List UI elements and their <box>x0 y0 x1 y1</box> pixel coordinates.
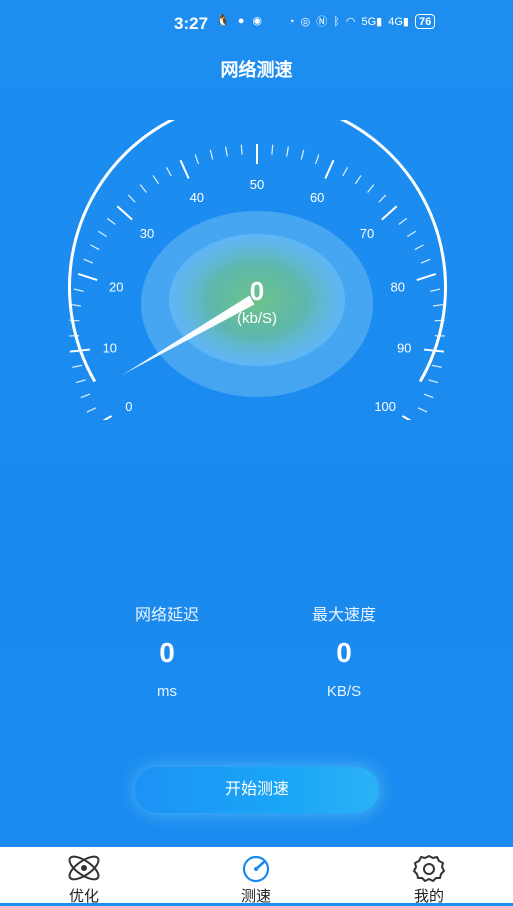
gauge-minor-tick <box>210 150 212 160</box>
bottom-nav: 优化 测速 我的 <box>0 847 513 903</box>
status-time: 3:27 <box>174 14 208 34</box>
atom-icon <box>64 853 104 883</box>
gear-icon <box>409 853 449 883</box>
gauge-minor-tick <box>72 365 82 367</box>
gauge-minor-tick <box>424 394 433 397</box>
gauge-tick-label: 100 <box>374 399 396 414</box>
app-icon: ◉ <box>252 14 262 28</box>
gauge-minor-tick <box>287 147 289 157</box>
gauge-minor-tick <box>428 380 438 383</box>
gauge-major-tick <box>94 416 111 420</box>
gauge-tick-label: 10 <box>103 340 117 355</box>
current-speed-value: 0 <box>250 276 264 306</box>
eye-icon: ◎ <box>301 15 311 29</box>
bluetooth-icon: ᛒ <box>333 15 340 29</box>
tab-optimize[interactable]: 优化 <box>49 853 119 906</box>
gauge-minor-tick <box>69 320 79 321</box>
gauge-tick-label: 90 <box>397 340 411 355</box>
tab-speedtest[interactable]: 测速 <box>221 853 291 906</box>
gauge-tick-label: 0 <box>125 399 132 414</box>
signal-5g-icon: 5G▮ <box>361 15 382 29</box>
nfc-icon: Ⓝ <box>316 15 327 29</box>
gauge-minor-tick <box>153 175 159 183</box>
gauge-tick-label: 80 <box>391 279 405 294</box>
gauge-minor-tick <box>379 195 386 202</box>
tab-mine[interactable]: 我的 <box>394 853 464 906</box>
gauge-minor-tick <box>90 245 99 250</box>
signal-4g-icon: 4G▮ <box>388 15 409 29</box>
latency-metric: 网络延迟 0 ms <box>97 601 237 700</box>
gauge-minor-tick <box>301 150 303 160</box>
gauge-major-tick <box>382 206 397 219</box>
gauge-minor-tick <box>74 289 84 291</box>
gauge-minor-tick <box>71 305 81 306</box>
gauge-minor-tick <box>433 305 443 306</box>
gauge-tick-label: 20 <box>109 279 123 294</box>
gauge-major-tick <box>70 350 90 352</box>
gauge-minor-tick <box>435 320 445 321</box>
gauge-minor-tick <box>430 289 440 291</box>
gauge-minor-tick <box>98 231 106 236</box>
max-speed-value: 0 <box>274 637 414 669</box>
gauge-minor-tick <box>368 185 374 193</box>
notification-icons: 🐧 ● ◉ <box>216 14 262 28</box>
message-icon: ● <box>238 14 245 28</box>
start-test-button[interactable]: 开始测速 <box>135 767 379 813</box>
gauge-minor-tick <box>418 408 427 412</box>
gauge-minor-tick <box>140 185 146 193</box>
gauge-minor-tick <box>399 218 407 224</box>
status-bar: 3:27 🐧 ● ◉ ◔ ◎ Ⓝ ᛒ ◠ 5G▮ 4G▮ 76 <box>0 0 513 44</box>
latency-value: 0 <box>97 637 237 669</box>
page-title: 网络测速 <box>0 56 513 82</box>
gauge-major-tick <box>402 416 419 420</box>
gauge-major-tick <box>325 160 333 178</box>
gauge-major-tick <box>117 206 132 219</box>
gauge-minor-tick <box>421 259 430 263</box>
gauge-minor-tick <box>84 259 93 263</box>
wifi-icon: ◠ <box>346 15 356 29</box>
gauge-minor-tick <box>128 195 135 202</box>
speedometer-icon <box>236 853 276 883</box>
gauge-minor-tick <box>195 154 198 163</box>
gauge-major-tick <box>78 274 97 280</box>
gauge-minor-tick <box>272 145 273 155</box>
gauge-major-tick <box>181 160 189 178</box>
speed-icon: ◔ <box>288 15 295 29</box>
gauge-tick-label: 70 <box>360 226 374 241</box>
gauge-major-tick <box>424 350 444 352</box>
gauge-minor-tick <box>87 408 96 412</box>
gauge-minor-tick <box>81 394 90 397</box>
gauge-tick-label: 30 <box>140 226 154 241</box>
gauge-minor-tick <box>432 365 442 367</box>
speed-gauge: 0 10 20 30 40 50 60 70 80 90 100 0 (kb/S) <box>0 120 513 420</box>
gauge-tick-label: 60 <box>310 190 324 205</box>
gauge-minor-tick <box>241 145 242 155</box>
gauge-minor-tick <box>166 167 171 176</box>
battery-icon: 76 <box>415 14 435 29</box>
gauge-minor-tick <box>415 245 424 250</box>
max-speed-unit: KB/S <box>274 683 414 700</box>
gauge-major-tick <box>417 274 436 280</box>
gauge-tick-label: 40 <box>190 190 204 205</box>
gauge-minor-tick <box>226 147 228 157</box>
gauge-minor-tick <box>316 154 319 163</box>
latency-label: 网络延迟 <box>97 601 237 625</box>
system-icons: ◔ ◎ Ⓝ ᛒ ◠ 5G▮ 4G▮ 76 <box>288 14 435 29</box>
latency-unit: ms <box>97 683 237 700</box>
gauge-minor-tick <box>356 175 362 183</box>
gauge-minor-tick <box>107 218 115 224</box>
gauge-minor-tick <box>76 380 86 383</box>
max-speed-metric: 最大速度 0 KB/S <box>274 601 414 700</box>
gauge-minor-tick <box>343 167 348 176</box>
speed-unit: (kb/S) <box>237 310 277 327</box>
qq-icon: 🐧 <box>216 14 230 28</box>
gauge-minor-tick <box>407 231 415 236</box>
max-speed-label: 最大速度 <box>274 601 414 625</box>
gauge-tick-label: 50 <box>250 177 264 192</box>
